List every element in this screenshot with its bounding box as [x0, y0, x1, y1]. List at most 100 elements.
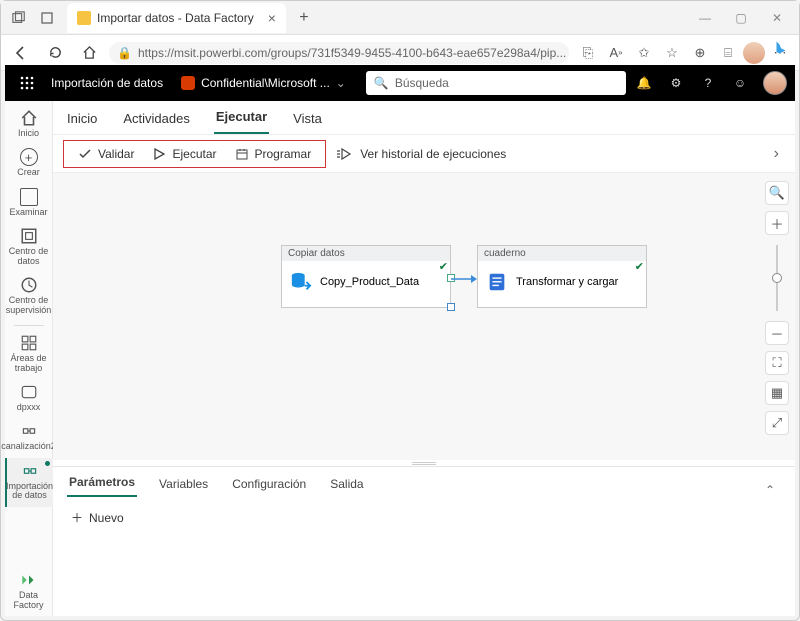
nav-workspaces[interactable]: Áreas de trabajo	[5, 330, 53, 379]
node-copy-data[interactable]: Copiar datos Copy_Product_Data ✔	[281, 245, 451, 308]
close-icon[interactable]: ×	[268, 10, 276, 26]
nav-home[interactable]: Inicio	[5, 105, 53, 144]
search-input[interactable]: 🔍 Búsqueda	[366, 71, 626, 95]
sensitivity-text: Confidential\Microsoft ...	[201, 76, 330, 90]
output-port-alt[interactable]	[447, 303, 455, 311]
app-header: Importación de datos Confidential\Micros…	[5, 65, 795, 101]
feedback-icon[interactable]: ☺	[731, 76, 749, 90]
pipeline-canvas[interactable]: Copiar datos Copy_Product_Data ✔ cuadern…	[53, 173, 795, 460]
calendar-icon	[235, 147, 249, 161]
properties-panel: Parámetros Variables Configuración Salid…	[53, 466, 795, 616]
zoom-slider[interactable]	[776, 245, 778, 311]
maximize-button[interactable]: ▢	[723, 4, 759, 32]
validate-button[interactable]: Validar	[70, 143, 142, 165]
tab-variables[interactable]: Variables	[157, 471, 210, 497]
sensitivity-label[interactable]: Confidential\Microsoft ... ⌄	[173, 76, 354, 90]
shield-icon	[181, 76, 195, 90]
plus-icon: +	[20, 148, 38, 166]
tab-run[interactable]: Ejecutar	[214, 101, 269, 134]
main-content: Inicio Actividades Ejecutar Vista Valida…	[53, 101, 795, 616]
read-aloud-icon[interactable]: ⎘	[575, 40, 601, 66]
database-icon	[290, 271, 312, 293]
zoom-to-fit-icon[interactable]: 🔍	[765, 181, 789, 205]
run-toolbar: Validar Ejecutar Programar Ver historial…	[53, 135, 795, 173]
nav-browse[interactable]: Examinar	[5, 184, 53, 223]
tab-activities[interactable]: Actividades	[121, 103, 191, 134]
node-label: Transformar y cargar	[516, 276, 618, 288]
tab-home[interactable]: Inicio	[65, 103, 99, 134]
fit-icon[interactable]: ⛶	[765, 351, 789, 375]
search-icon: 🔍	[374, 76, 389, 90]
settings-icon[interactable]: ⚙	[667, 76, 685, 90]
extensions-icon[interactable]: ⌸	[715, 40, 741, 66]
notebook-icon	[486, 271, 508, 293]
node-header: Copiar datos	[282, 246, 450, 261]
nav-ws-import-data[interactable]: Importación de datos	[5, 458, 53, 507]
chevron-down-icon: ⌄	[336, 76, 346, 90]
chevron-right-icon[interactable]: ›	[774, 145, 785, 163]
left-nav-rail: Inicio +Crear Examinar Centro de datos C…	[5, 101, 53, 616]
user-avatar[interactable]	[763, 71, 787, 95]
node-header: cuaderno	[478, 246, 646, 261]
back-button[interactable]	[7, 39, 35, 67]
tab-config[interactable]: Configuración	[230, 471, 308, 497]
text-size-icon[interactable]: A»	[603, 40, 629, 66]
collections-icon[interactable]: ⊕	[687, 40, 713, 66]
tab-list-icon[interactable]	[33, 4, 61, 32]
tab-output[interactable]: Salida	[328, 471, 365, 497]
zoom-knob[interactable]	[772, 273, 782, 283]
help-icon[interactable]: ?	[699, 76, 717, 90]
url-bar[interactable]: 🔒 https://msit.powerbi.com/groups/731f53…	[109, 42, 569, 64]
minimize-button[interactable]: —	[687, 4, 723, 32]
checkmark-icon: ✔	[439, 260, 448, 273]
browser-titlebar: Importar datos - Data Factory × + — ▢ ✕	[1, 1, 799, 35]
nav-ws-dpxxx[interactable]: dpxxx	[5, 379, 53, 418]
collapse-panel-icon[interactable]: ⌃	[765, 483, 781, 497]
tab-parameters[interactable]: Parámetros	[67, 469, 137, 497]
browser-tab[interactable]: Importar datos - Data Factory ×	[67, 3, 286, 33]
connector-arrow	[451, 273, 479, 285]
execute-button[interactable]: Ejecutar	[144, 143, 224, 165]
collapse-icon[interactable]: ⤢	[765, 411, 789, 435]
play-icon	[152, 147, 166, 161]
favorite-icon[interactable]: ✩	[631, 40, 657, 66]
nav-data-factory[interactable]: Data Factory	[5, 567, 53, 616]
zoom-out-icon[interactable]: －	[765, 321, 789, 345]
canvas-toolbar: 🔍 ＋ － ⛶ ▦ ⤢	[765, 181, 789, 435]
breadcrumb[interactable]: Importación de datos	[41, 76, 173, 90]
tab-view[interactable]: Vista	[291, 103, 324, 134]
node-notebook[interactable]: cuaderno Transformar y cargar ✔	[477, 245, 647, 308]
minimap-icon[interactable]: ▦	[765, 381, 789, 405]
app-launcher-icon[interactable]	[13, 76, 41, 90]
ribbon-tabs: Inicio Actividades Ejecutar Vista	[53, 101, 795, 135]
new-tab-button[interactable]: +	[292, 9, 316, 27]
url-text: https://msit.powerbi.com/groups/731f5349…	[138, 46, 566, 60]
home-button[interactable]	[75, 39, 103, 67]
checkmark-icon: ✔	[635, 260, 644, 273]
run-history-button[interactable]: Ver historial de ejecuciones	[336, 147, 506, 161]
tab-actions-icon[interactable]	[5, 4, 33, 32]
nav-create[interactable]: +Crear	[5, 144, 53, 183]
favorites-bar-icon[interactable]: ☆	[659, 40, 685, 66]
lock-icon: 🔒	[117, 46, 132, 60]
history-icon	[336, 147, 352, 161]
node-label: Copy_Product_Data	[320, 276, 419, 288]
schedule-button[interactable]: Programar	[227, 143, 320, 165]
folder-icon	[20, 188, 38, 206]
plus-icon: ＋	[71, 509, 83, 526]
active-dot	[45, 461, 50, 466]
search-placeholder: Búsqueda	[395, 76, 449, 90]
nav-ws-pipeline2[interactable]: canalización2	[5, 418, 53, 457]
tab-favicon	[77, 11, 91, 25]
profile-avatar[interactable]	[743, 42, 765, 64]
nav-monitor[interactable]: Centro de supervisión	[5, 272, 53, 321]
notifications-icon[interactable]: 🔔	[635, 76, 653, 90]
bottom-tabs: Parámetros Variables Configuración Salid…	[53, 467, 795, 497]
zoom-in-icon[interactable]: ＋	[765, 211, 789, 235]
nav-datacenter[interactable]: Centro de datos	[5, 223, 53, 272]
check-icon	[78, 147, 92, 161]
tab-title: Importar datos - Data Factory	[97, 11, 254, 25]
new-parameter-button[interactable]: ＋ Nuevo	[71, 509, 777, 526]
highlighted-buttons: Validar Ejecutar Programar	[63, 140, 326, 168]
refresh-button[interactable]	[41, 39, 69, 67]
